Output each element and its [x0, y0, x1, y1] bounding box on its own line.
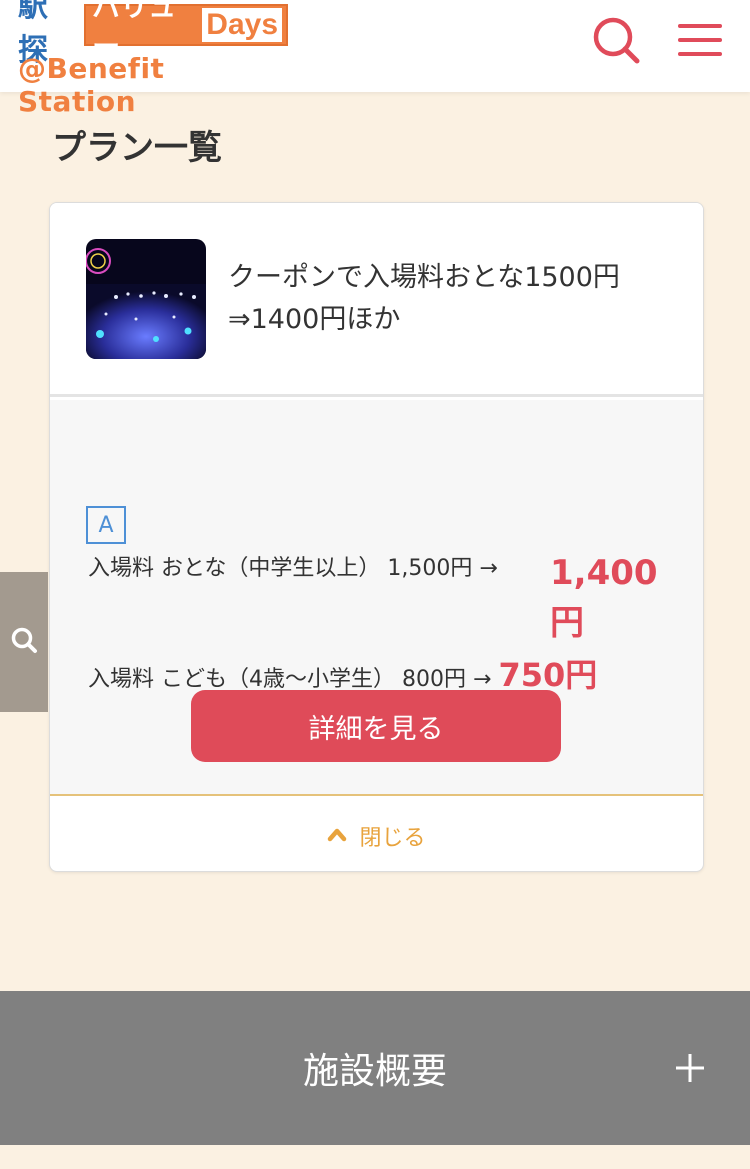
- close-button[interactable]: 閉じる: [50, 798, 703, 871]
- search-icon[interactable]: [590, 14, 642, 66]
- child-discount-price: 750円: [498, 656, 598, 694]
- adult-price-row: 入場料 おとな（中学生以上） 1,500円 →: [88, 550, 498, 582]
- plan-card: クーポンで入場料おとな1500円⇒1400円ほか A 入場料 おとな（中学生以上…: [49, 202, 704, 872]
- logo-top-row: 駅探 バリュー Days: [18, 0, 288, 68]
- plus-icon: [674, 1052, 706, 1084]
- facility-overview-accordion[interactable]: 施設概要: [0, 991, 750, 1145]
- adult-regular-price: 1,500円: [387, 556, 473, 581]
- adult-label: 入場料 おとな（中学生以上）: [88, 556, 381, 581]
- plan-details: A 入場料 おとな（中学生以上） 1,500円 → 1,400円 入場料 こども…: [50, 400, 703, 796]
- adult-arrow: →: [479, 556, 498, 581]
- site-header: 駅探 バリュー Days @Benefit Station: [0, 0, 750, 118]
- facility-overview-title: 施設概要: [302, 1051, 447, 1092]
- site-logo[interactable]: 駅探 バリュー Days @Benefit Station: [18, 0, 288, 118]
- search-icon: [10, 626, 38, 658]
- logo-benefit-station: @Benefit Station: [18, 52, 165, 118]
- plan-badge: A: [86, 506, 126, 544]
- child-label: 入場料 こども（4歳〜小学生）: [88, 667, 395, 692]
- plan-thumbnail-image: [86, 239, 206, 359]
- plan-title: クーポンで入場料おとな1500円⇒1400円ほか: [228, 262, 620, 335]
- side-search-tab[interactable]: [0, 572, 48, 712]
- close-label: 閉じる: [359, 825, 426, 851]
- child-regular-price: 800円: [402, 667, 466, 692]
- menu-icon[interactable]: [676, 18, 724, 62]
- plan-card-header[interactable]: クーポンで入場料おとな1500円⇒1400円ほか: [50, 203, 703, 397]
- adult-discount-price: 1,400円: [550, 553, 658, 643]
- chevron-up-icon: [327, 823, 347, 848]
- logo-value-days-box: バリュー Days: [84, 0, 288, 63]
- logo-days: Days: [202, 8, 282, 42]
- view-details-button[interactable]: 詳細を見る: [191, 690, 561, 762]
- child-arrow: →: [473, 667, 492, 692]
- page-title: プラン一覧: [52, 128, 222, 168]
